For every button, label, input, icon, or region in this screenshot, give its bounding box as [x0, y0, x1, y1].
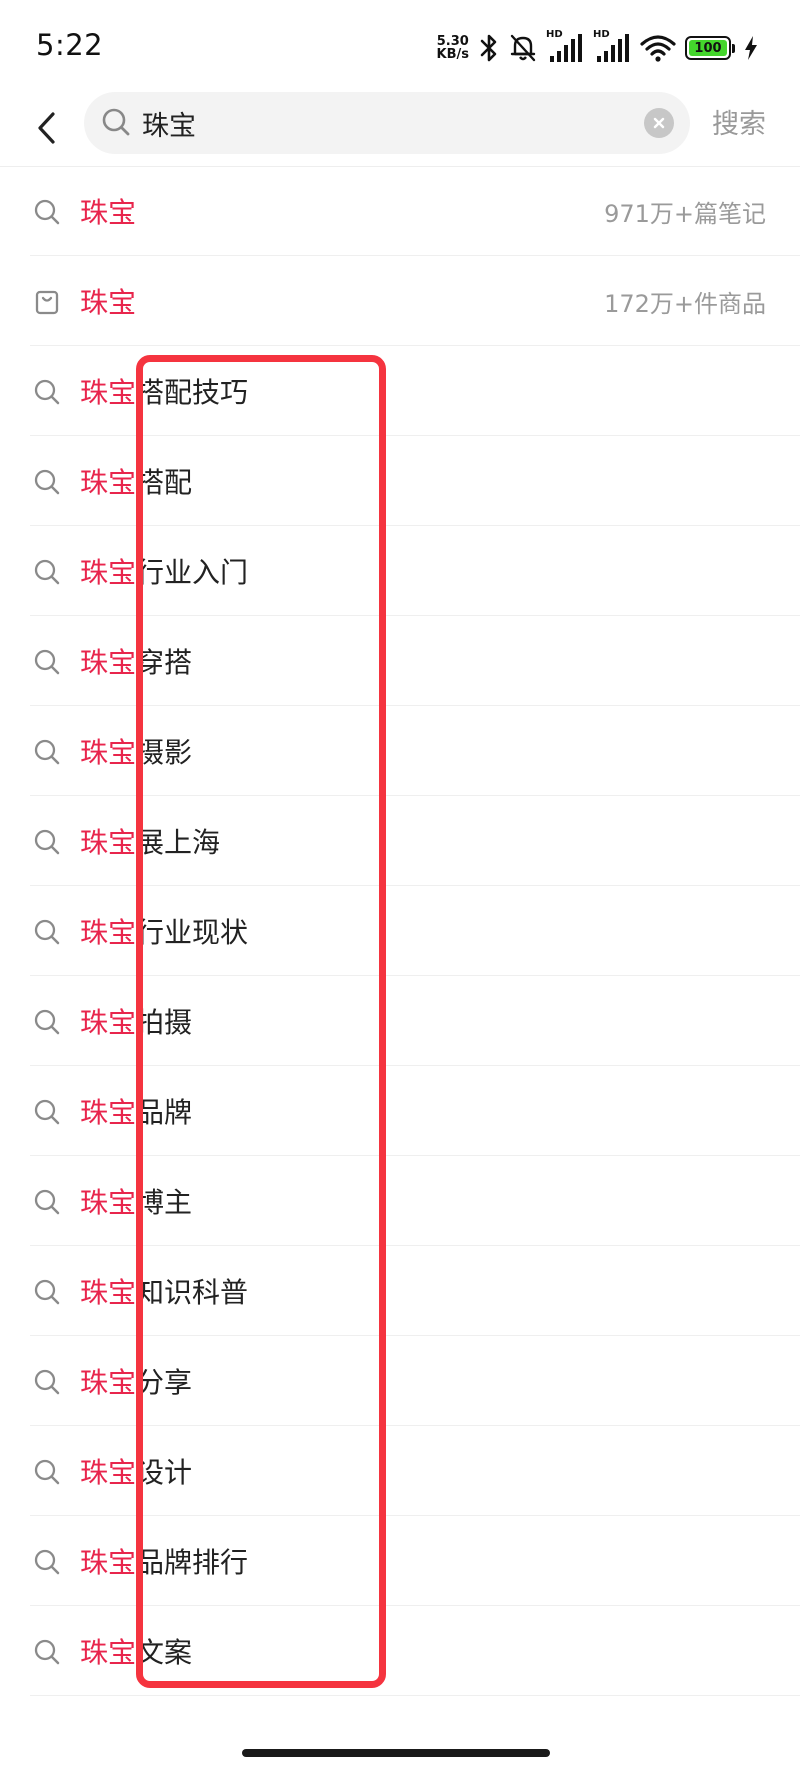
search-icon: [33, 738, 61, 766]
suggestion-highlight: 珠宝: [80, 1636, 137, 1669]
suggestion-text: 珠宝: [80, 256, 136, 346]
suggestion-highlight: 珠宝: [80, 1006, 137, 1039]
suggestion-highlight: 珠宝: [80, 736, 137, 769]
suggestion-row[interactable]: 珠宝 行业入门: [0, 526, 800, 616]
search-icon: [33, 1278, 61, 1306]
suggestion-row[interactable]: 珠宝 设计: [0, 1426, 800, 1516]
suggestion-highlight: 珠宝: [80, 1096, 137, 1129]
signal-icon: [550, 34, 582, 62]
search-icon: [102, 108, 130, 136]
home-indicator[interactable]: [242, 1749, 550, 1757]
suggestion-highlight: 珠宝: [80, 826, 137, 859]
search-icon: [33, 1458, 61, 1486]
battery-icon: 100: [685, 36, 735, 60]
suggestion-highlight: 珠宝: [80, 466, 137, 499]
status-time: 5:22: [36, 28, 104, 62]
search-icon: [33, 468, 61, 496]
suggestion-row[interactable]: 珠宝 品牌: [0, 1066, 800, 1156]
suggestion-count: 172万+件商品: [604, 289, 766, 318]
suggestion-row[interactable]: 珠宝 展上海: [0, 796, 800, 886]
suggestion-highlight: 珠宝: [80, 376, 137, 409]
suggestion-highlight: 珠宝: [80, 1456, 137, 1489]
suggestion-highlight: 珠宝: [80, 1186, 137, 1219]
search-icon: [33, 1008, 61, 1036]
battery-level: 100: [689, 40, 727, 56]
suggestion-row[interactable]: 珠宝 搭配: [0, 436, 800, 526]
suggestion-row[interactable]: 珠宝 摄影: [0, 706, 800, 796]
search-box[interactable]: [84, 92, 690, 154]
suggestion-row[interactable]: 珠宝 文案: [0, 1606, 800, 1696]
annotation-highlight-box: [136, 355, 386, 1688]
close-icon: [653, 117, 665, 129]
suggestion-highlight: 珠宝: [80, 286, 137, 319]
search-header: 搜索: [0, 90, 800, 168]
suggestion-row[interactable]: 珠宝 博主: [0, 1156, 800, 1246]
network-speed-unit: KB/s: [436, 47, 469, 62]
search-icon: [33, 558, 61, 586]
suggestion-highlight: 珠宝: [80, 1366, 137, 1399]
signal-icon: [597, 34, 629, 62]
search-icon: [33, 1368, 61, 1396]
suggestion-row[interactable]: 珠宝 971万+篇笔记: [0, 166, 800, 256]
signal-1: HD: [546, 29, 584, 64]
signal-2: HD: [593, 29, 631, 64]
search-icon: [33, 378, 61, 406]
suggestion-count: 971万+篇笔记: [604, 199, 766, 228]
suggestion-row[interactable]: 珠宝 分享: [0, 1336, 800, 1426]
suggestion-row[interactable]: 珠宝 172万+件商品: [0, 256, 800, 346]
status-bar: 5:22 5.30 KB/s HD HD 100: [0, 0, 800, 90]
search-icon: [33, 1098, 61, 1126]
suggestion-highlight: 珠宝: [80, 646, 137, 679]
search-icon: [33, 828, 61, 856]
search-icon: [33, 1548, 61, 1576]
suggestion-highlight: 珠宝: [80, 1546, 137, 1579]
search-button[interactable]: 搜索: [712, 102, 766, 141]
suggestion-highlight: 珠宝: [80, 196, 137, 229]
suggestion-highlight: 珠宝: [80, 556, 137, 589]
shopping-bag-icon: [33, 288, 61, 316]
network-speed: 5.30 KB/s: [437, 35, 469, 61]
suggestion-list: 珠宝 971万+篇笔记 珠宝 172万+件商品 珠宝 搭配技巧 珠宝 搭配 珠宝 行业入门 珠宝 穿搭…: [0, 166, 800, 1696]
search-icon: [33, 1188, 61, 1216]
suggestion-row[interactable]: 珠宝 行业现状: [0, 886, 800, 976]
wifi-icon: [640, 35, 676, 62]
charging-icon: [745, 36, 757, 60]
suggestion-row[interactable]: 珠宝 穿搭: [0, 616, 800, 706]
bell-off-icon: [510, 34, 536, 62]
search-input[interactable]: [142, 92, 612, 154]
suggestion-row[interactable]: 珠宝 拍摄: [0, 976, 800, 1066]
suggestion-row[interactable]: 珠宝 搭配技巧: [0, 346, 800, 436]
search-icon: [33, 648, 61, 676]
search-icon: [33, 918, 61, 946]
status-icons: 5.30 KB/s HD HD 100: [437, 28, 758, 68]
suggestion-row[interactable]: 珠宝 知识科普: [0, 1246, 800, 1336]
suggestion-row[interactable]: 珠宝 品牌排行: [0, 1516, 800, 1606]
suggestion-highlight: 珠宝: [80, 916, 137, 949]
bluetooth-icon: [480, 34, 497, 62]
suggestion-highlight: 珠宝: [80, 1276, 137, 1309]
search-icon: [33, 1638, 61, 1666]
search-icon: [33, 198, 61, 226]
back-button[interactable]: [18, 100, 74, 156]
clear-button[interactable]: [644, 108, 674, 138]
suggestion-text: 珠宝: [80, 166, 136, 256]
chevron-left-icon: [38, 112, 55, 144]
